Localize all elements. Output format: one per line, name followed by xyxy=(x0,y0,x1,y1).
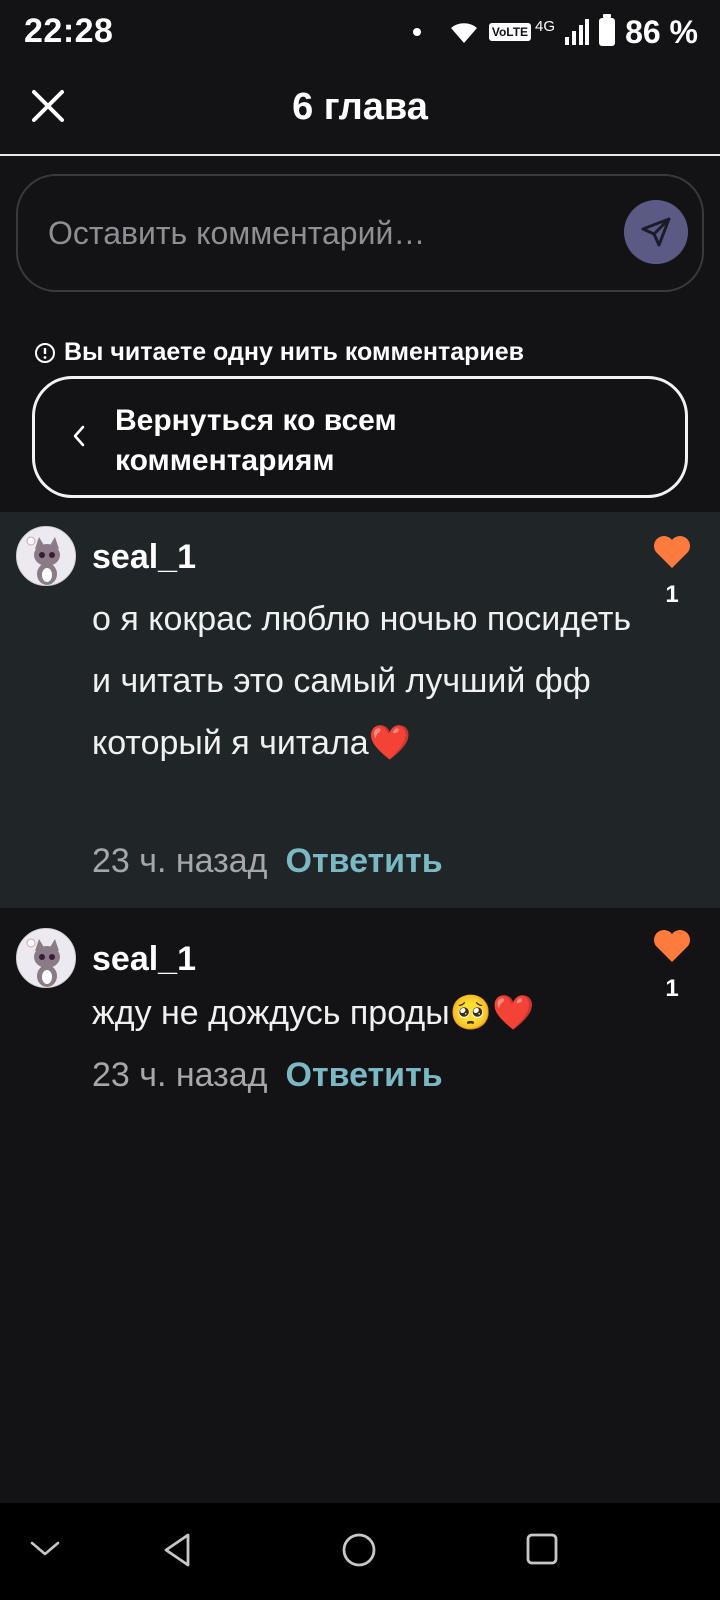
battery-level: 86 % xyxy=(625,13,698,50)
wifi-icon xyxy=(450,23,477,43)
comment-input-box xyxy=(16,174,704,292)
thread-notice: Вы читаете одну нить комментариев xyxy=(34,338,524,367)
emoji-group: 🥺❤️ xyxy=(449,994,535,1032)
nav-back-button[interactable] xyxy=(160,1531,194,1574)
reply-button[interactable]: Ответить xyxy=(286,842,443,881)
comment-body: жду не дождусь проды xyxy=(92,994,450,1032)
comment-body: о я кокрас люблю ночью посидеть и читать… xyxy=(92,600,632,762)
screen: 22:28 VoLTE 4G 86 % 6 глава Оставить ком… xyxy=(0,0,720,1600)
back-triangle-icon xyxy=(164,1533,190,1567)
comment-item: seal_1 жду не дождусь проды🥺❤️ 23 ч. наз… xyxy=(0,922,720,1122)
comment-username[interactable]: seal_1 xyxy=(92,940,196,979)
like-button[interactable]: 1 xyxy=(650,928,694,1003)
nav-recents-button[interactable] xyxy=(524,1531,560,1572)
header: 6 глава xyxy=(0,64,720,156)
heart-icon xyxy=(654,536,690,568)
signal-icon xyxy=(565,19,590,45)
comment-text: о я кокрас люблю ночью посидеть и читать… xyxy=(92,588,632,774)
cat-avatar-icon xyxy=(17,527,75,585)
avatar[interactable] xyxy=(16,928,76,988)
chevron-left-icon xyxy=(73,425,85,447)
status-icons: VoLTE 4G 86 % xyxy=(412,12,698,52)
nav-collapse-button[interactable] xyxy=(28,1539,62,1564)
comment-meta: 23 ч. назад Ответить xyxy=(92,1056,443,1095)
status-bar: 22:28 VoLTE 4G 86 % xyxy=(0,0,720,64)
network-type: 4G xyxy=(535,17,556,35)
heart-icon xyxy=(654,930,690,962)
nav-home-button[interactable] xyxy=(340,1531,378,1574)
comment-timestamp: 23 ч. назад xyxy=(92,842,268,880)
like-count: 1 xyxy=(665,975,679,1002)
comment-item: seal_1 о я кокрас люблю ночью посидеть и… xyxy=(0,512,720,908)
chevron-down-icon xyxy=(30,1541,60,1556)
recents-square-icon xyxy=(526,1533,558,1565)
notification-dot-icon xyxy=(412,28,421,36)
volte-badge: VoLTE xyxy=(488,23,532,41)
comment-input[interactable] xyxy=(48,176,608,290)
status-time: 22:28 xyxy=(24,12,114,50)
comment-meta: 23 ч. назад Ответить xyxy=(92,842,443,881)
battery-icon xyxy=(599,14,616,46)
info-icon xyxy=(35,342,55,363)
home-circle-icon xyxy=(342,1533,376,1567)
avatar[interactable] xyxy=(16,526,76,586)
comment-username[interactable]: seal_1 xyxy=(92,538,196,577)
back-to-all-comments-button[interactable]: Вернуться ко всем комментариям xyxy=(32,376,688,498)
like-button[interactable]: 1 xyxy=(650,534,694,609)
send-icon xyxy=(641,217,671,247)
back-button-label: Вернуться ко всем комментариям xyxy=(115,404,397,477)
system-nav-bar xyxy=(0,1503,720,1600)
comment-timestamp: 23 ч. назад xyxy=(92,1056,268,1094)
reply-button[interactable]: Ответить xyxy=(286,1056,443,1095)
heart-emoji: ❤️ xyxy=(368,724,412,762)
send-button[interactable] xyxy=(624,200,688,264)
like-count: 1 xyxy=(665,581,679,608)
page-title: 6 глава xyxy=(292,86,428,128)
cat-avatar-icon xyxy=(17,929,75,987)
comment-text: жду не дождусь проды🥺❤️ xyxy=(92,982,632,1044)
thread-notice-text: Вы читаете одну нить комментариев xyxy=(64,338,525,366)
